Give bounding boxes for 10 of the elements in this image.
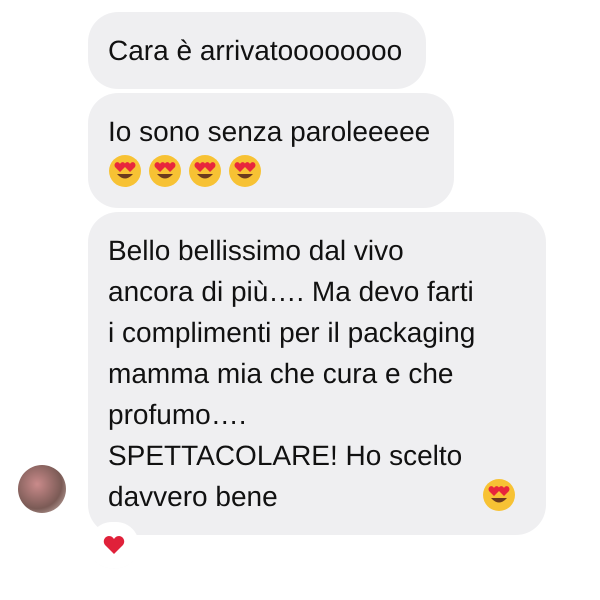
message-text: Bello bellissimo dal vivo ancora di più…. Ma devo farti i complimenti per il packaging mamma mia che cura e che profumo…. SPETTACOLARE! Ho scelto davvero bene	[108, 234, 476, 514]
heart-icon	[103, 535, 125, 555]
heart-eyes-emoji-icon	[188, 154, 222, 188]
message-text: Cara è arrivatoooooooo	[108, 34, 402, 68]
heart-eyes-emoji-icon	[148, 154, 182, 188]
heart-eyes-emoji-icon	[108, 154, 142, 188]
message-text: Io sono senza paroleeeee	[108, 115, 430, 149]
heart-eyes-emoji-icon	[482, 478, 516, 512]
heart-eyes-emoji-icon	[228, 154, 262, 188]
avatar	[18, 465, 66, 513]
